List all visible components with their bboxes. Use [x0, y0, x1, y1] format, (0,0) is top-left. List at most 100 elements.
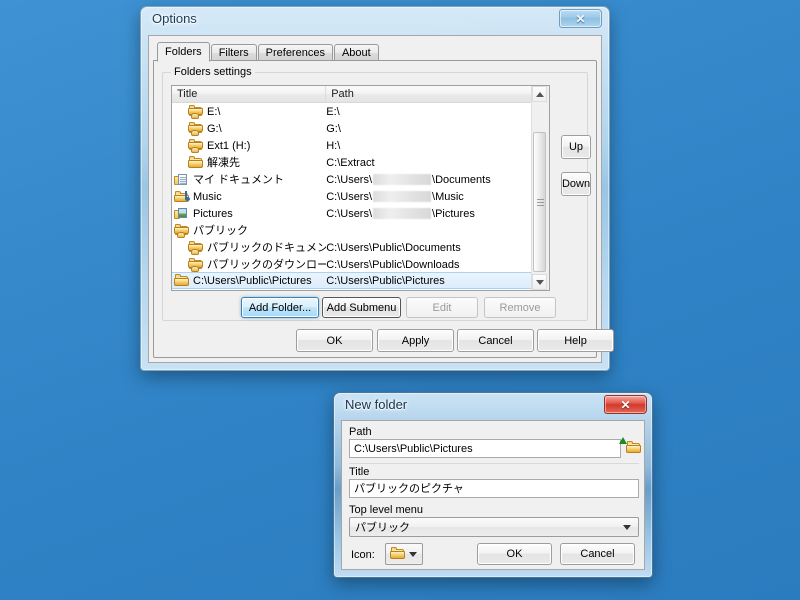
apply-button[interactable]: Apply: [377, 329, 454, 352]
add-folder-button[interactable]: Add Folder...: [241, 297, 319, 318]
row-path-label: E:\: [326, 105, 340, 118]
shared-folder-icon: [188, 257, 204, 272]
row-path-label: C:\Extract: [326, 156, 375, 169]
new-folder-window: New folder ✕ Path C:\Users\Public\Pictur…: [333, 392, 653, 578]
close-icon[interactable]: ✕: [559, 9, 602, 28]
row-title-label: E:\: [207, 105, 221, 118]
column-header-path[interactable]: Path: [326, 86, 549, 102]
remove-button: Remove: [484, 297, 556, 318]
row-title-label: C:\Users\Public\Pictures: [193, 274, 312, 287]
scroll-up-icon[interactable]: [532, 86, 547, 102]
music-folder-icon: [174, 190, 190, 204]
move-up-button[interactable]: Up: [561, 135, 591, 159]
row-title-cell: 解凍先: [172, 155, 326, 170]
row-title-label: パブリックのドキュメント: [207, 241, 327, 254]
icon-picker-button[interactable]: [385, 543, 423, 565]
row-path-cell: E:\: [326, 105, 549, 119]
row-title-label: 解凍先: [207, 156, 240, 169]
cancel-button[interactable]: Cancel: [457, 329, 534, 352]
row-title-label: パブリック: [193, 224, 248, 237]
ok-button[interactable]: OK: [296, 329, 373, 352]
row-path-cell: G:\: [326, 122, 549, 136]
folder-icon: [390, 547, 406, 561]
options-window-title: Options: [152, 11, 197, 26]
row-title-label: Pictures: [193, 207, 233, 220]
row-title-cell: パブリック: [172, 223, 326, 238]
table-row[interactable]: E:\ E:\: [172, 103, 549, 120]
row-title-cell: Ext1 (H:): [172, 138, 326, 153]
table-row[interactable]: 解凍先 C:\Extract: [172, 154, 549, 171]
path-input[interactable]: C:\Users\Public\Pictures: [349, 439, 621, 458]
row-title-cell: Music: [172, 190, 326, 204]
row-title-label: マイ ドキュメント: [193, 173, 285, 186]
folders-listview[interactable]: Title Path E:\ E:\ G:\ G:\ Ext1 (H:) H:\ 解凍先 C:…: [171, 85, 550, 291]
row-path-label: C:\Users\Public\Pictures: [326, 274, 445, 287]
scrollbar-grip-icon: [537, 199, 544, 200]
icon-label: Icon:: [351, 549, 375, 561]
table-row[interactable]: G:\ G:\: [172, 120, 549, 137]
folder-icon: [188, 155, 204, 170]
row-title-label: パブリックのダウンロード: [207, 258, 327, 271]
new-folder-window-title: New folder: [345, 397, 408, 412]
title-input[interactable]: パブリックのピクチャ: [349, 479, 639, 498]
groupbox-title: Folders settings: [171, 66, 255, 78]
top-level-menu-value: パブリック: [355, 522, 410, 534]
tab-filters[interactable]: Filters: [210, 44, 257, 61]
row-path-label: C:\Users\ \Music: [326, 190, 464, 203]
table-row[interactable]: パブリック: [172, 222, 549, 239]
tab-folders[interactable]: Folders: [157, 42, 210, 62]
row-title-label: Ext1 (H:): [207, 139, 251, 152]
table-row[interactable]: C:\Users\Public\Pictures C:\Users\Public\…: [172, 272, 549, 289]
title-label: Title: [349, 466, 370, 478]
redacted-username: [373, 174, 432, 185]
shared-folder-icon: [188, 138, 204, 153]
listview-scrollbar-track[interactable]: [531, 85, 550, 291]
scroll-down-icon[interactable]: [532, 274, 547, 290]
row-path-cell: C:\Users\ \Pictures: [326, 207, 549, 221]
path-label: Path: [349, 426, 372, 438]
close-icon[interactable]: ✕: [604, 395, 647, 414]
row-path-cell: C:\Users\Public\Pictures: [326, 274, 549, 288]
row-title-cell: G:\: [172, 121, 326, 136]
add-submenu-button[interactable]: Add Submenu: [322, 297, 401, 318]
row-path-label: C:\Users\Public\Documents: [326, 241, 461, 254]
table-row[interactable]: マイ ドキュメント C:\Users\ \Documents: [172, 171, 549, 188]
new-folder-titlebar[interactable]: New folder ✕: [333, 392, 653, 419]
row-path-cell: H:\: [326, 139, 549, 153]
row-title-cell: パブリックのダウンロード: [172, 257, 327, 272]
scrollbar-thumb[interactable]: [533, 132, 546, 272]
chevron-down-icon: [409, 552, 417, 557]
chevron-down-icon: [623, 525, 631, 530]
divider: [349, 463, 639, 464]
row-path-cell: C:\Users\Public\Documents: [326, 241, 549, 255]
table-row[interactable]: Ext1 (H:) H:\: [172, 137, 549, 154]
vertical-scrollbar[interactable]: [531, 86, 549, 290]
options-titlebar[interactable]: Options ✕: [140, 6, 610, 33]
top-level-menu-select[interactable]: パブリック: [349, 517, 639, 537]
redacted-username: [373, 191, 432, 202]
redacted-username: [373, 208, 432, 219]
tab-about[interactable]: About: [333, 44, 379, 61]
cancel-button[interactable]: Cancel: [560, 543, 635, 565]
row-path-label: C:\Users\ \Documents: [326, 173, 491, 186]
row-path-cell: C:\Users\ \Documents: [326, 173, 549, 187]
move-down-button[interactable]: Down: [561, 172, 591, 196]
column-header-title[interactable]: Title: [172, 86, 327, 102]
row-title-label: Music: [193, 190, 222, 203]
help-button[interactable]: Help: [537, 329, 614, 352]
ok-button[interactable]: OK: [477, 543, 552, 565]
new-folder-client-area: Path C:\Users\Public\Pictures Title パブリッ…: [341, 420, 645, 570]
row-title-label: G:\: [207, 122, 222, 135]
open-folder-browse-icon[interactable]: [619, 437, 644, 455]
table-row[interactable]: パブリックのドキュメント C:\Users\Public\Documents: [172, 239, 549, 256]
shared-folder-icon: [188, 121, 204, 136]
row-path-cell: C:\Extract: [326, 156, 549, 170]
tab-preferences[interactable]: Preferences: [257, 44, 333, 61]
shared-folder-icon: [188, 104, 204, 119]
table-row[interactable]: パブリックのダウンロード C:\Users\Public\Downloads: [172, 256, 549, 273]
table-row[interactable]: Pictures C:\Users\ \Pictures: [172, 205, 549, 222]
listview-header: Title Path: [172, 86, 549, 103]
row-path-label: H:\: [326, 139, 341, 152]
table-row[interactable]: Music C:\Users\ \Music: [172, 188, 549, 205]
row-path-label: G:\: [326, 122, 341, 135]
